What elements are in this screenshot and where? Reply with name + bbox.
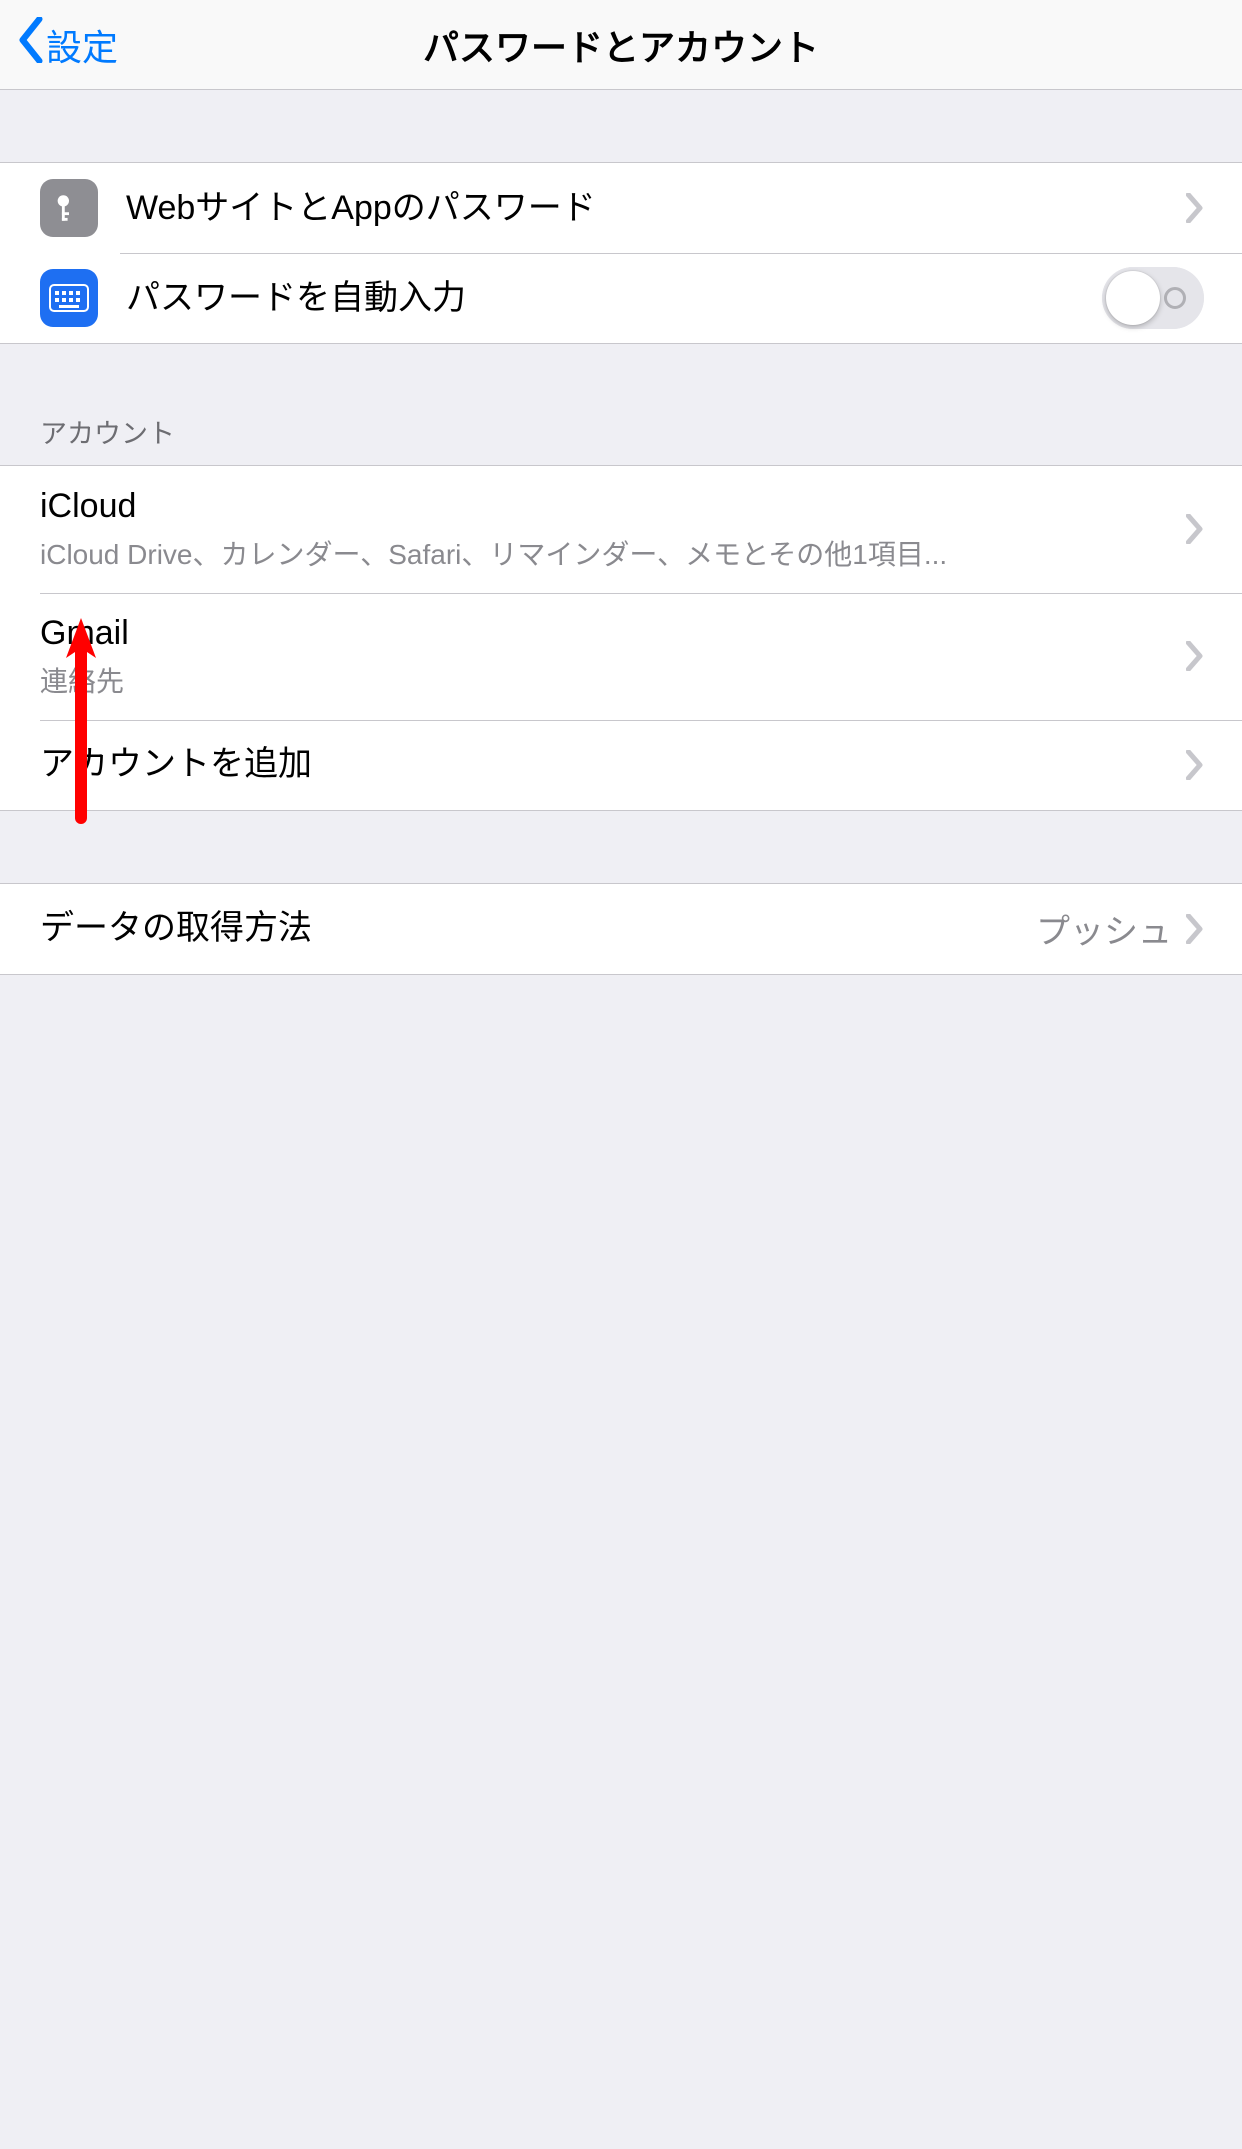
account-subtitle: iCloud Drive、カレンダー、Safari、リマインダー、メモとその他1…	[40, 533, 1186, 573]
chevron-right-icon	[1186, 514, 1204, 544]
autofill-passwords-label: パスワードを自動入力	[126, 278, 1102, 319]
chevron-right-icon	[1186, 914, 1204, 944]
keyboard-icon	[40, 269, 98, 327]
fetch-label: データの取得方法	[40, 908, 1036, 949]
chevron-right-icon	[1186, 641, 1204, 671]
autofill-passwords-row[interactable]: パスワードを自動入力	[0, 253, 1242, 343]
website-app-passwords-label: WebサイトとAppのパスワード	[126, 188, 1186, 229]
website-app-passwords-row[interactable]: WebサイトとAppのパスワード	[0, 163, 1242, 253]
page-title: パスワードとアカウント	[0, 19, 1242, 71]
add-account-label: アカウントを追加	[40, 744, 1186, 785]
add-account-row[interactable]: アカウントを追加	[0, 720, 1242, 810]
accounts-group: iCloud iCloud Drive、カレンダー、Safari、リマインダー、…	[0, 465, 1242, 811]
accounts-header: アカウント	[0, 398, 1242, 465]
account-title: Gmail	[40, 613, 1186, 654]
navigation-bar: 設定 パスワードとアカウント	[0, 0, 1242, 90]
chevron-right-icon	[1186, 193, 1204, 223]
autofill-toggle[interactable]	[1102, 267, 1204, 329]
fetch-value: プッシュ	[1036, 904, 1172, 953]
account-row-gmail[interactable]: Gmail 連絡先	[0, 593, 1242, 720]
back-button[interactable]: 設定	[0, 17, 118, 72]
account-title: iCloud	[40, 486, 1186, 527]
fetch-group: データの取得方法 プッシュ	[0, 883, 1242, 975]
fetch-row[interactable]: データの取得方法 プッシュ	[0, 884, 1242, 974]
back-label: 設定	[46, 19, 118, 71]
account-subtitle: 連絡先	[40, 660, 1186, 700]
passwords-group: WebサイトとAppのパスワード パスワードを自動入力	[0, 162, 1242, 344]
chevron-right-icon	[1186, 750, 1204, 780]
account-row-icloud[interactable]: iCloud iCloud Drive、カレンダー、Safari、リマインダー、…	[0, 466, 1242, 593]
chevron-left-icon	[18, 17, 44, 72]
key-icon	[40, 179, 98, 237]
